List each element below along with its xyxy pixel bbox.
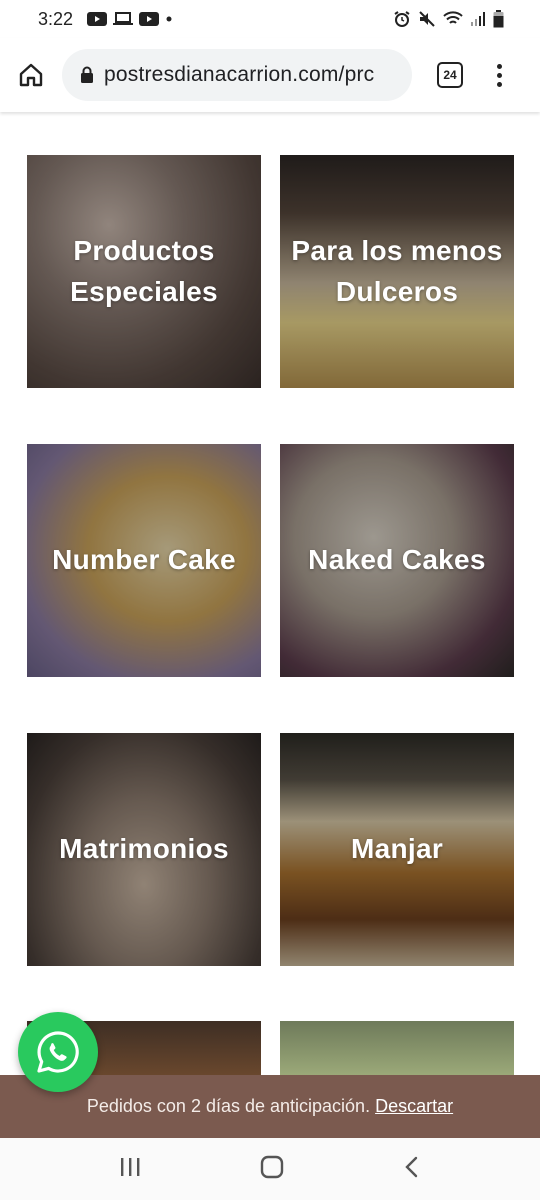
system-navigation-bar <box>0 1138 540 1200</box>
category-label-line: Para los menos <box>291 234 503 266</box>
category-tile-number-cake[interactable]: Number Cake <box>27 444 261 677</box>
lock-icon <box>80 66 94 84</box>
back-icon[interactable] <box>402 1155 422 1184</box>
category-tile-productos-especiales[interactable]: Productos Especiales <box>27 155 261 388</box>
menu-dot <box>497 72 502 78</box>
tab-switcher-button[interactable]: 24 <box>437 62 463 88</box>
category-label: Number Cake <box>52 544 236 576</box>
browser-menu-button[interactable] <box>497 63 502 87</box>
notice-text: Pedidos con 2 días de anticipación. <box>86 1096 371 1116</box>
category-label-line: Productos <box>73 234 215 266</box>
category-tile-matrimonios[interactable]: Matrimonios <box>27 733 261 966</box>
status-bar: 3:22 <box>0 0 540 38</box>
whatsapp-button[interactable] <box>18 1012 98 1092</box>
menu-dot <box>497 63 502 69</box>
youtube-icon <box>87 12 108 26</box>
alarm-icon <box>393 10 411 28</box>
url-text: postresdianacarrion.com/prc <box>104 63 375 86</box>
wifi-icon <box>443 11 463 27</box>
browser-home-button[interactable] <box>0 38 62 112</box>
whatsapp-icon <box>37 1031 79 1073</box>
menu-dot <box>497 81 502 87</box>
mute-icon <box>418 10 436 28</box>
category-label: Productos Especiales <box>64 231 224 312</box>
recent-apps-icon[interactable] <box>118 1156 142 1183</box>
category-tile-partial[interactable] <box>280 1021 514 1081</box>
dot-icon <box>165 15 173 23</box>
category-label: Naked Cakes <box>308 544 486 576</box>
category-label: Para los menos Dulceros <box>285 231 508 312</box>
browser-toolbar: postresdianacarrion.com/prc 24 <box>0 38 540 112</box>
category-label: Manjar <box>350 833 444 865</box>
youtube-icon <box>139 12 160 26</box>
category-tile-naked-cakes[interactable]: Naked Cakes <box>280 444 514 677</box>
home-icon <box>19 63 43 87</box>
home-icon[interactable] <box>259 1154 285 1185</box>
category-label-line: Dulceros <box>335 275 459 307</box>
dismiss-link[interactable]: Descartar <box>375 1096 453 1117</box>
category-label: Matrimonios <box>59 833 229 865</box>
battery-icon <box>493 10 504 28</box>
signal-icon <box>470 11 486 27</box>
category-tile-manjar[interactable]: Manjar <box>280 733 514 966</box>
status-time: 3:22 <box>38 8 74 29</box>
laptop-icon <box>113 12 134 26</box>
category-tile-para-los-menos-dulceros[interactable]: Para los menos Dulceros <box>280 155 514 388</box>
address-bar[interactable]: postresdianacarrion.com/prc <box>62 49 412 101</box>
category-label-line: Especiales <box>70 275 218 307</box>
